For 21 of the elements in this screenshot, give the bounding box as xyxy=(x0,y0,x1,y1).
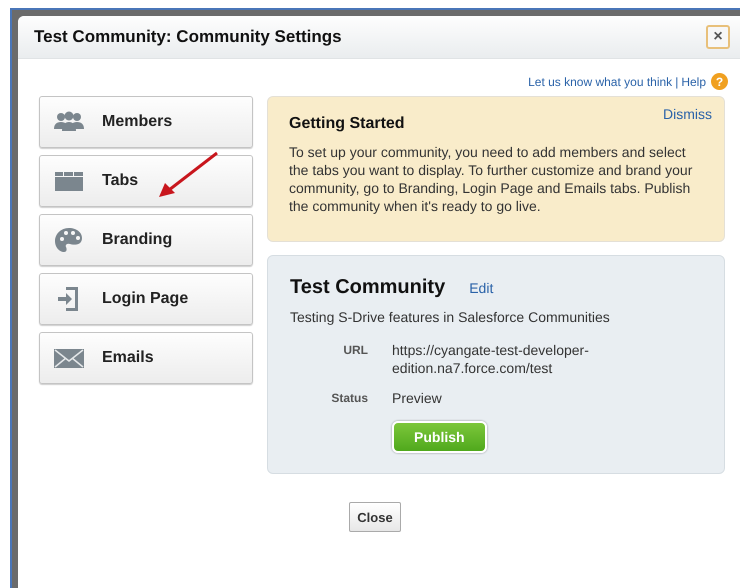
field-value: https://cyangate-test-developer-edition.na7.force.com/test xyxy=(392,341,590,377)
link-separator: | xyxy=(675,74,678,88)
community-name: Test Community xyxy=(290,276,446,299)
help-link[interactable]: Help xyxy=(681,74,706,88)
dismiss-link[interactable]: Dismiss xyxy=(663,106,712,122)
close-button[interactable]: Close xyxy=(349,502,401,532)
nav-button[interactable]: Login Page xyxy=(39,273,253,325)
panel-text: To set up your community, you need to add members and select the tabs you want to display. To further customize and brand your community, go to Branding, Login Page and Emails tabs. Publish the community when it's ready to go live. xyxy=(289,143,694,215)
close-icon-button[interactable]: × xyxy=(706,25,730,49)
nav-button[interactable]: Tabs xyxy=(39,155,253,207)
feedback-link[interactable]: Let us know what you think xyxy=(528,74,672,88)
nav-button[interactable]: Members xyxy=(39,96,253,148)
nav-button[interactable]: Branding xyxy=(39,214,253,266)
nav-button[interactable]: Emails xyxy=(39,332,253,384)
field-label: URL xyxy=(342,342,368,359)
field-label: Status xyxy=(330,390,368,407)
dialog-title: Test Community: Community Settings xyxy=(34,27,342,47)
panel-title: Getting Started xyxy=(289,115,406,133)
edit-link[interactable]: Edit xyxy=(469,280,494,296)
community-description: Testing S-Drive features in Salesforce Communities xyxy=(290,309,611,325)
field-value: Preview xyxy=(392,389,443,407)
